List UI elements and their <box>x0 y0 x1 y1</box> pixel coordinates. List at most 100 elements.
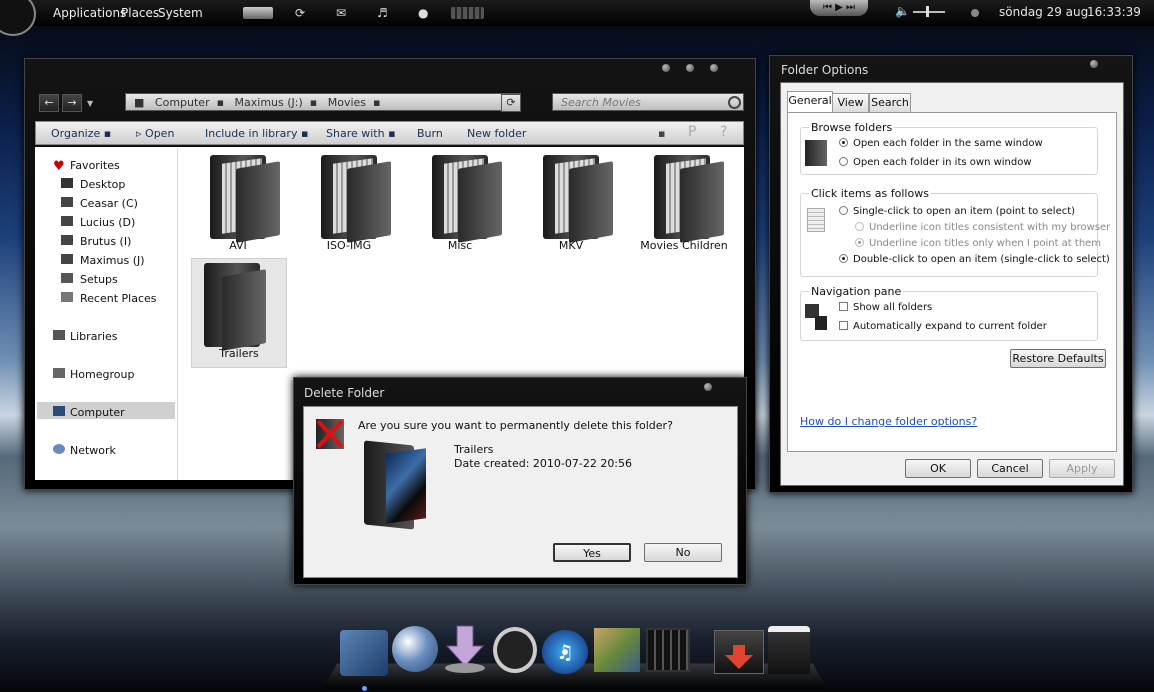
nav-computer[interactable]: Computer <box>70 406 125 419</box>
search-icon[interactable] <box>728 96 741 109</box>
address-bar[interactable]: ■ Computer ▪ Maximus (J:) ▪ Movies ▪ ▼ <box>125 93 521 111</box>
tab-general[interactable]: General <box>787 91 833 112</box>
globe-browser-dock-icon[interactable] <box>392 626 438 672</box>
media-controls[interactable]: ⏮ ▶ ⏭ <box>810 0 868 16</box>
folder-label: ISO-IMG <box>299 239 399 252</box>
nav-drive-d[interactable]: Lucius (D) <box>80 216 135 229</box>
headphones-icon[interactable]: ♬ <box>377 6 388 20</box>
play-icon[interactable]: ▶ <box>835 2 843 13</box>
refresh-icon[interactable]: ⟳ <box>295 6 305 20</box>
breadcrumb-drive[interactable]: Maximus (J:) <box>235 96 303 109</box>
preview-pane-icon[interactable]: P <box>688 124 696 140</box>
back-button[interactable]: ← <box>39 94 59 112</box>
close-button[interactable] <box>710 64 718 72</box>
places-menu[interactable]: Places <box>121 6 159 20</box>
previous-icon[interactable]: ⏮ <box>823 2 832 13</box>
finder-dock-icon[interactable] <box>340 630 388 676</box>
downloads-stack-dock-icon[interactable] <box>714 630 764 674</box>
date-label[interactable]: söndag 29 aug <box>999 5 1088 19</box>
running-indicator <box>362 686 367 691</box>
folder-item-misc[interactable]: Misc <box>410 151 510 259</box>
minimize-button[interactable] <box>662 64 670 72</box>
headphones-dock-icon[interactable] <box>493 627 537 673</box>
share-with-button[interactable]: Share with ▪ <box>326 127 396 140</box>
burn-button[interactable]: Burn <box>417 127 443 140</box>
mail-icon[interactable]: ✉ <box>336 6 346 20</box>
recent-locations-icon[interactable]: ▼ <box>87 99 93 108</box>
folder-icon <box>654 155 724 239</box>
nav-drive-c[interactable]: Ceasar (C) <box>80 197 138 210</box>
terminal-launcher-icon[interactable] <box>243 7 273 19</box>
include-in-library-button[interactable]: Include in library ▪ <box>205 127 308 140</box>
tab-view[interactable]: View <box>832 93 869 112</box>
chat-icon[interactable]: ● <box>418 6 428 20</box>
trash-dock-icon[interactable] <box>768 626 810 674</box>
refresh-button[interactable]: ⟳ <box>501 94 521 112</box>
auto-expand-checkbox[interactable]: Automatically expand to current folder <box>839 321 1047 332</box>
breadcrumb-movies[interactable]: Movies <box>328 96 366 109</box>
close-button[interactable] <box>1090 60 1098 68</box>
nav-favorites[interactable]: Favorites <box>70 159 120 172</box>
organize-button[interactable]: Organize ▪ <box>51 127 111 140</box>
ok-button[interactable]: OK <box>905 459 971 478</box>
system-menu[interactable]: System <box>158 6 203 20</box>
view-options-icon[interactable]: ▪ <box>658 127 665 140</box>
dialog-title: Delete Folder <box>304 386 384 400</box>
nav-recent-places[interactable]: Recent Places <box>80 292 157 305</box>
nav-libraries[interactable]: Libraries <box>70 330 118 343</box>
show-all-folders-checkbox[interactable]: Show all folders <box>839 302 932 313</box>
drive-icon <box>61 235 73 245</box>
photos-dock-icon[interactable] <box>594 628 640 672</box>
film-launcher-icon[interactable] <box>451 7 484 19</box>
computer-icon <box>53 406 65 416</box>
close-button[interactable] <box>704 383 712 391</box>
no-button[interactable]: No <box>644 543 722 562</box>
nav-setups[interactable]: Setups <box>80 273 118 286</box>
network-status-icon[interactable] <box>971 9 979 17</box>
volume-slider[interactable] <box>913 11 945 13</box>
system-logo-icon[interactable] <box>0 0 36 36</box>
folder-item-iso-img[interactable]: ISO-IMG <box>299 151 399 259</box>
delete-question: Are you sure you want to permanently del… <box>358 419 673 432</box>
volume-icon[interactable]: 🔈 <box>895 4 910 18</box>
underline-consistent-radio[interactable]: Underline icon titles consistent with my… <box>855 222 1110 233</box>
folder-label: Movies Children <box>632 239 736 252</box>
next-icon[interactable]: ⏭ <box>846 2 855 13</box>
search-input[interactable]: Search Movies <box>552 93 744 111</box>
video-dock-icon[interactable] <box>646 628 690 672</box>
folder-item-mkv[interactable]: MKV <box>521 151 621 259</box>
open-own-window-radio[interactable]: Open each folder in its own window <box>839 157 1032 168</box>
double-click-radio[interactable]: Double-click to open an item (single-cli… <box>839 254 1110 265</box>
music-player-dock-icon[interactable]: ♫ <box>542 630 588 674</box>
help-link[interactable]: How do I change folder options? <box>800 415 977 428</box>
open-same-window-radio[interactable]: Open each folder in the same window <box>839 138 1043 149</box>
time-label[interactable]: 16:33:39 <box>1087 5 1141 19</box>
download-dock-icon[interactable] <box>443 624 487 674</box>
cancel-button[interactable]: Cancel <box>977 459 1043 478</box>
yes-button[interactable]: Yes <box>553 543 631 562</box>
breadcrumb-computer[interactable]: Computer <box>155 96 210 109</box>
nav-drive-i[interactable]: Brutus (I) <box>80 235 131 248</box>
folder-item-avi[interactable]: AVI <box>188 151 288 259</box>
underline-point-radio[interactable]: Underline icon titles only when I point … <box>855 238 1101 249</box>
browse-folders-icon <box>805 140 827 166</box>
open-button[interactable]: ▹ Open <box>136 127 174 140</box>
maximize-button[interactable] <box>686 64 694 72</box>
nav-desktop[interactable]: Desktop <box>80 178 125 191</box>
folder-item-trailers[interactable]: Trailers <box>191 258 287 368</box>
new-folder-button[interactable]: New folder <box>467 127 526 140</box>
volume-slider-handle[interactable] <box>926 6 929 17</box>
applications-menu[interactable]: Applications <box>53 6 126 20</box>
folder-options-body: General View Search Browse folders Open … <box>780 82 1124 486</box>
restore-defaults-button[interactable]: Restore Defaults <box>1010 349 1106 368</box>
forward-button[interactable]: → <box>62 94 82 112</box>
nav-homegroup[interactable]: Homegroup <box>70 368 134 381</box>
folder-item-movies-children[interactable]: Movies Children <box>632 151 736 259</box>
drive-icon <box>61 254 73 264</box>
nav-drive-j[interactable]: Maximus (J) <box>80 254 145 267</box>
single-click-radio[interactable]: Single-click to open an item (point to s… <box>839 206 1075 217</box>
tab-search[interactable]: Search <box>869 93 911 112</box>
help-icon[interactable]: ? <box>720 124 727 140</box>
nav-network[interactable]: Network <box>70 444 116 457</box>
apply-button[interactable]: Apply <box>1049 459 1115 478</box>
